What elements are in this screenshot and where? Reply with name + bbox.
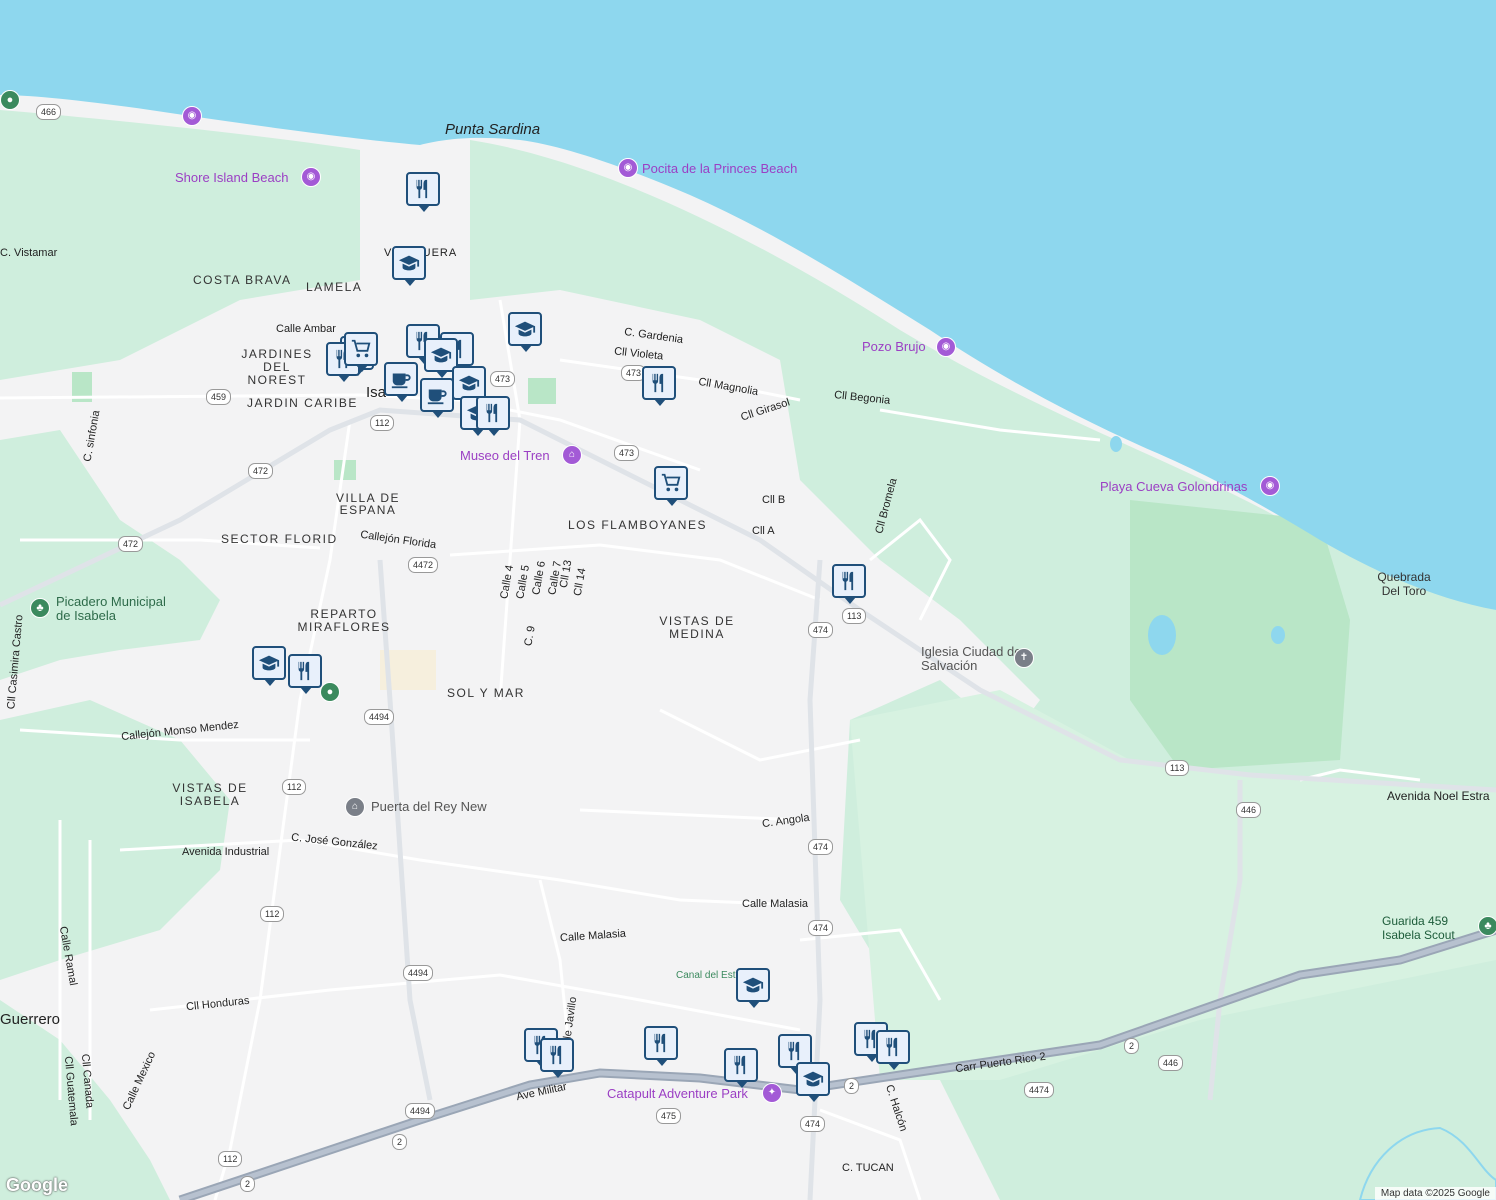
- restaurant-marker[interactable]: [406, 172, 440, 212]
- street-label: Calle Malasia: [742, 898, 809, 910]
- restaurant-marker[interactable]: [724, 1048, 758, 1088]
- camera-icon[interactable]: ◉: [182, 106, 202, 126]
- park-label-guarida-scout[interactable]: Guarida 459 Isabela Scout: [1382, 914, 1482, 942]
- street-label: C. TUCAN: [842, 1162, 894, 1174]
- street-label: Calle Ambar: [276, 323, 336, 335]
- neighborhood-label: JARDIN CARIBE: [247, 396, 358, 410]
- label-puerta-del-rey[interactable]: Puerta del Rey New: [371, 799, 487, 814]
- school-marker[interactable]: [252, 646, 286, 686]
- poi-label-playa-cueva[interactable]: Playa Cueva Golondrinas: [1100, 479, 1247, 494]
- restaurant-marker[interactable]: [832, 564, 866, 604]
- map-attribution[interactable]: Map data ©2025 Google: [1374, 1187, 1496, 1200]
- location-pin-icon[interactable]: ●: [320, 682, 340, 702]
- place-label-isabela: Isa: [366, 384, 387, 401]
- street-label: Cll A: [752, 525, 775, 537]
- building-icon[interactable]: ⌂: [345, 797, 365, 817]
- street-label: Avenida Noel Estra: [1387, 789, 1490, 803]
- neighborhood-label: LOS FLAMBOYANES: [568, 518, 707, 532]
- park-label-canal: Canal del Est: [676, 970, 736, 981]
- route-shield: 473: [614, 445, 640, 461]
- neighborhood-label: VILLA DE ESPANA: [335, 491, 401, 517]
- neighborhood-label: VISTAS DE ISABELA: [172, 781, 248, 808]
- route-shield: 2: [392, 1134, 408, 1150]
- route-shield: 459: [206, 389, 232, 405]
- neighborhood-label: REPARTO MIRAFLORES: [297, 607, 391, 634]
- school-marker[interactable]: [452, 366, 486, 406]
- restaurant-marker[interactable]: [644, 1026, 678, 1066]
- route-shield: 112: [282, 779, 307, 795]
- route-shield: 112: [218, 1151, 243, 1167]
- route-shield: 474: [808, 622, 834, 638]
- route-shield: 4494: [403, 965, 434, 981]
- route-shield: 112: [260, 906, 285, 922]
- street-label: C. Vistamar: [0, 247, 58, 259]
- amusement-icon[interactable]: ✦: [762, 1083, 782, 1103]
- place-label-quebrada-del-toro: Quebrada Del Toro: [1377, 570, 1431, 598]
- camera-icon[interactable]: ◉: [1260, 476, 1280, 496]
- neighborhood-label: LAMELA: [306, 280, 363, 294]
- route-shield: 2: [1124, 1038, 1140, 1054]
- neighborhood-label: COSTA BRAVA: [193, 273, 292, 287]
- location-pin-icon[interactable]: ●: [0, 90, 20, 110]
- school-marker[interactable]: [392, 246, 426, 286]
- shopping-marker[interactable]: [344, 332, 378, 372]
- school-marker[interactable]: [508, 312, 542, 352]
- route-shield: 474: [808, 920, 834, 936]
- google-logo: Google: [6, 1175, 68, 1195]
- poi-label-pocita-beach[interactable]: Pocita de la Princes Beach: [642, 161, 797, 176]
- route-shield: 4494: [364, 709, 395, 725]
- street-label: Cll B: [762, 494, 786, 506]
- cafe-marker[interactable]: [420, 378, 454, 418]
- place-label-guerrero: Guerrero: [0, 1011, 61, 1028]
- route-shield: 446: [1158, 1055, 1184, 1071]
- route-shield: 2: [844, 1078, 860, 1094]
- camera-icon[interactable]: ◉: [618, 158, 638, 178]
- tree-icon[interactable]: ♣: [30, 598, 50, 618]
- camera-icon[interactable]: ◉: [936, 337, 956, 357]
- route-shield: 446: [1236, 802, 1262, 818]
- cafe-marker[interactable]: [384, 362, 418, 402]
- route-shield: 4474: [1024, 1082, 1055, 1098]
- museum-icon[interactable]: ⌂: [562, 445, 582, 465]
- neighborhood-label: JARDINES DEL NOREST: [241, 347, 313, 387]
- neighborhood-label: SOL Y MAR: [447, 686, 525, 700]
- place-label-punta-sardina: Punta Sardina: [445, 121, 541, 138]
- poi-label-shore-island-beach[interactable]: Shore Island Beach: [175, 170, 288, 185]
- route-shield: 113: [842, 608, 867, 624]
- route-shield: 4494: [405, 1103, 436, 1119]
- school-marker[interactable]: [736, 968, 770, 1008]
- map-canvas[interactable]: Punta Sardina Quebrada Del Toro Guerrero…: [0, 0, 1496, 1200]
- route-shield: 474: [800, 1116, 826, 1132]
- route-shield: 472: [248, 463, 274, 479]
- restaurant-marker[interactable]: [476, 396, 510, 436]
- tree-icon[interactable]: ♣: [1478, 916, 1496, 936]
- restaurant-marker[interactable]: [642, 366, 676, 406]
- shopping-marker[interactable]: [654, 466, 688, 506]
- route-shield: 4472: [408, 557, 439, 573]
- poi-label-museo-del-tren[interactable]: Museo del Tren: [460, 448, 550, 463]
- street-label: Avenida Industrial: [182, 846, 270, 858]
- restaurant-marker[interactable]: [288, 654, 322, 694]
- route-shield: 475: [656, 1108, 682, 1124]
- route-shield: 113: [1165, 760, 1190, 776]
- poi-label-catapult-adventure-park[interactable]: Catapult Adventure Park: [607, 1086, 748, 1101]
- route-shield: 473: [490, 371, 516, 387]
- restaurant-marker[interactable]: [540, 1038, 574, 1078]
- cross-icon[interactable]: ✝: [1014, 648, 1034, 668]
- restaurant-marker[interactable]: [876, 1030, 910, 1070]
- neighborhood-label: VISTAS DE MEDINA: [659, 614, 735, 641]
- route-shield: 472: [118, 536, 144, 552]
- route-shield: 466: [36, 104, 62, 120]
- park-label-picadero[interactable]: Picadero Municipal de Isabela: [56, 595, 176, 623]
- school-marker[interactable]: [796, 1062, 830, 1102]
- route-shield: 2: [240, 1176, 256, 1192]
- poi-label-pozo-brujo[interactable]: Pozo Brujo: [862, 339, 926, 354]
- route-shield: 112: [370, 415, 395, 431]
- route-shield: 474: [808, 839, 834, 855]
- camera-icon[interactable]: ◉: [301, 167, 321, 187]
- neighborhood-label: SECTOR FLORID: [221, 532, 338, 546]
